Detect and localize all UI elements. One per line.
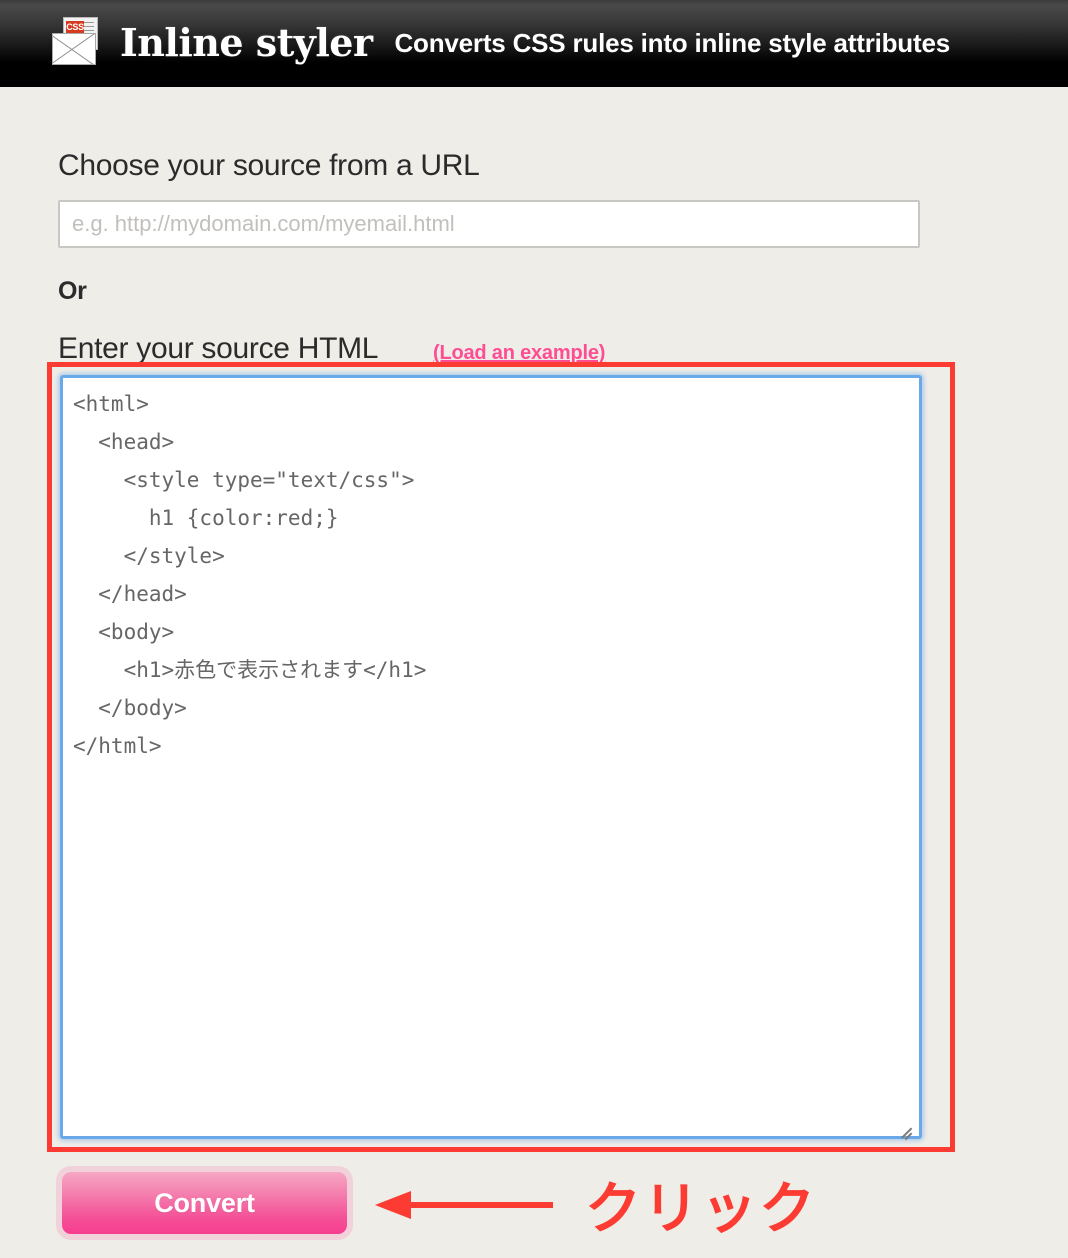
left-arrow-icon (375, 1191, 555, 1219)
brand-tagline: Converts CSS rules into inline style att… (394, 28, 950, 58)
load-example-link[interactable]: (Load an example) (433, 342, 605, 365)
brand-title: Inline styler (120, 20, 373, 65)
html-section-label: Enter your source HTML (58, 332, 379, 365)
source-url-input[interactable] (58, 200, 920, 248)
envelope-icon (52, 33, 96, 65)
or-separator-label: Or (58, 277, 87, 305)
url-section-label: Choose your source from a URL (58, 149, 480, 182)
convert-button[interactable]: Convert (62, 1172, 347, 1234)
source-html-field-wrap (60, 375, 922, 1140)
click-annotation-label: クリック (585, 1177, 817, 1242)
css-envelope-icon: CSS (50, 17, 104, 69)
header-inner: CSS Inline styler Converts CSS rules int… (50, 12, 950, 74)
source-html-textarea[interactable] (60, 375, 922, 1139)
site-header: CSS Inline styler Converts CSS rules int… (0, 0, 1068, 87)
